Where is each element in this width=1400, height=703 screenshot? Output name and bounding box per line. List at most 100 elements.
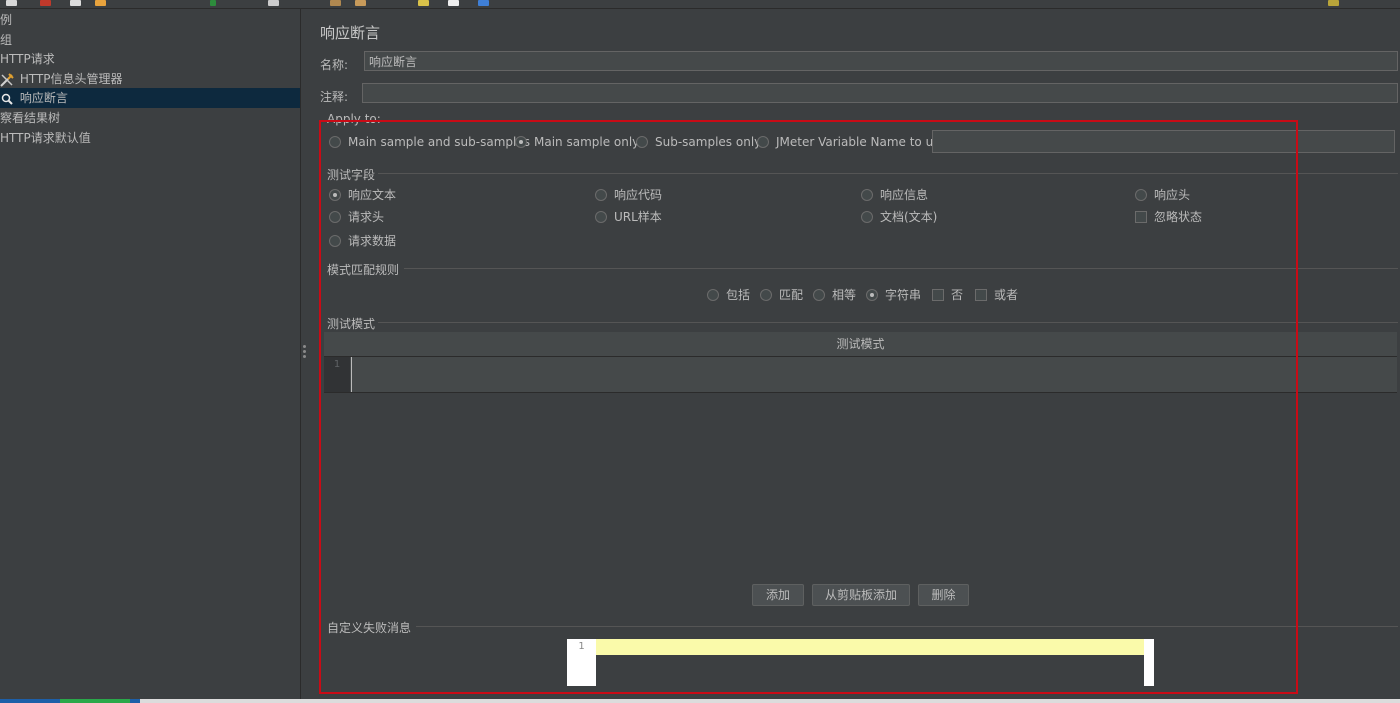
radio-label: 响应信息 bbox=[880, 188, 929, 202]
tree-item-label: 响应断言 bbox=[19, 91, 68, 105]
add-from-clipboard-button[interactable]: 从剪贴板添加 bbox=[812, 584, 910, 606]
tree-item[interactable]: 组 bbox=[0, 30, 12, 50]
clear-icon[interactable] bbox=[330, 0, 341, 6]
radio-dot bbox=[329, 234, 341, 247]
test-field-title: 测试字段 bbox=[327, 168, 376, 182]
delete-button[interactable]: 删除 bbox=[918, 584, 969, 606]
rule-contains-radio[interactable]: 包括 bbox=[707, 286, 750, 303]
clear-all-icon[interactable] bbox=[355, 0, 366, 6]
field-document-radio[interactable]: 文档(文本) bbox=[861, 208, 937, 225]
custom-failure-title: 自定义失败消息 bbox=[327, 621, 412, 635]
tree-item-http-request[interactable]: HTTP请求 bbox=[0, 49, 55, 69]
radio-dot bbox=[329, 210, 341, 223]
comment-label: 注释: bbox=[320, 90, 349, 104]
patterns-table-header[interactable]: 测试模式 bbox=[324, 332, 1397, 357]
section-divider bbox=[378, 322, 1398, 323]
radio-label: 响应代码 bbox=[614, 188, 663, 202]
toolbar-icon[interactable] bbox=[268, 0, 279, 6]
radio-label: Sub-samples only bbox=[655, 135, 762, 149]
radio-label: 字符串 bbox=[885, 288, 922, 302]
name-input[interactable] bbox=[364, 51, 1398, 71]
rule-matches-radio[interactable]: 匹配 bbox=[760, 286, 803, 303]
section-divider bbox=[416, 626, 1398, 627]
test-patterns-title: 测试模式 bbox=[327, 317, 376, 331]
tree-item-response-assertion[interactable]: 响应断言 bbox=[0, 88, 300, 108]
tree-item-label: HTTP请求默认值 bbox=[0, 131, 91, 145]
section-divider bbox=[378, 173, 1398, 174]
apply-main-and-sub-radio[interactable]: Main sample and sub-samples bbox=[329, 135, 530, 149]
rule-substring-radio[interactable]: 字符串 bbox=[866, 286, 921, 303]
tree-item[interactable]: 例 bbox=[0, 10, 12, 30]
radio-label: URL样本 bbox=[614, 210, 662, 224]
name-label: 名称: bbox=[320, 58, 349, 72]
line-number: 1 bbox=[567, 639, 596, 686]
field-request-data-radio[interactable]: 请求数据 bbox=[329, 232, 396, 249]
panel-title: 响应断言 bbox=[320, 24, 381, 42]
function-icon[interactable] bbox=[448, 0, 459, 6]
clipboard-icon[interactable] bbox=[95, 0, 106, 6]
field-request-headers-radio[interactable]: 请求头 bbox=[329, 208, 384, 225]
apply-variable-radio[interactable]: JMeter Variable Name to use bbox=[757, 135, 947, 149]
line-number: 1 bbox=[324, 357, 350, 392]
warning-icon[interactable] bbox=[1328, 0, 1339, 6]
variable-name-input[interactable] bbox=[932, 130, 1395, 153]
radio-dot bbox=[861, 188, 873, 201]
tree-item-label: HTTP信息头管理器 bbox=[19, 72, 123, 86]
field-response-text-radio[interactable]: 响应文本 bbox=[329, 186, 396, 203]
tree-item-label: 例 bbox=[0, 13, 13, 27]
assertion-panel: 响应断言 名称: 注释: Apply to: Main sample and s… bbox=[306, 9, 1400, 703]
radio-label: 相等 bbox=[832, 288, 857, 302]
radio-dot bbox=[707, 288, 719, 301]
rule-equals-radio[interactable]: 相等 bbox=[813, 286, 856, 303]
radio-label: 请求数据 bbox=[348, 234, 397, 248]
field-url-radio[interactable]: URL样本 bbox=[595, 208, 662, 225]
radio-label: 响应文本 bbox=[348, 188, 397, 202]
pattern-rules-title: 模式匹配规则 bbox=[327, 263, 400, 277]
rule-not-checkbox[interactable]: 否 bbox=[932, 286, 963, 303]
radio-dot-selected bbox=[329, 188, 341, 201]
magnifier-icon bbox=[0, 92, 14, 106]
radio-dot bbox=[595, 210, 607, 223]
radio-dot-selected bbox=[866, 288, 878, 301]
checkbox-box bbox=[1135, 210, 1147, 223]
radio-label: JMeter Variable Name to use bbox=[776, 135, 947, 149]
search-icon[interactable] bbox=[418, 0, 429, 6]
tree-item-view-results-tree[interactable]: 察看结果树 bbox=[0, 108, 60, 128]
add-button[interactable]: 添加 bbox=[752, 584, 804, 606]
toolbar-icon[interactable] bbox=[210, 0, 216, 6]
rule-or-checkbox[interactable]: 或者 bbox=[975, 286, 1018, 303]
help-icon[interactable] bbox=[478, 0, 489, 6]
copy-icon[interactable] bbox=[70, 0, 81, 6]
comment-input[interactable] bbox=[362, 83, 1398, 103]
tree-item-label: 察看结果树 bbox=[0, 111, 61, 125]
radio-label: 请求头 bbox=[348, 210, 385, 224]
field-response-code-radio[interactable]: 响应代码 bbox=[595, 186, 662, 203]
radio-dot bbox=[329, 136, 341, 148]
taskbar bbox=[0, 699, 1400, 703]
stop-icon[interactable] bbox=[40, 0, 51, 6]
radio-label: 文档(文本) bbox=[880, 210, 938, 224]
ignore-status-checkbox[interactable]: 忽略状态 bbox=[1135, 208, 1202, 225]
checkbox-box bbox=[932, 288, 944, 301]
taskbar-app-icon[interactable] bbox=[60, 699, 130, 703]
apply-sub-only-radio[interactable]: Sub-samples only bbox=[636, 135, 761, 149]
radio-dot bbox=[861, 210, 873, 223]
patterns-table-row[interactable]: 1 bbox=[324, 357, 1397, 393]
failure-message-text[interactable] bbox=[596, 655, 1144, 686]
radio-dot-selected bbox=[515, 136, 527, 148]
wrench-icon bbox=[0, 72, 14, 87]
field-response-headers-radio[interactable]: 响应头 bbox=[1135, 186, 1190, 203]
radio-label: Main sample and sub-samples bbox=[348, 135, 530, 149]
failure-message-editor[interactable]: 1 bbox=[567, 639, 1154, 686]
apply-to-title: Apply to: bbox=[327, 112, 381, 126]
radio-dot bbox=[760, 288, 772, 301]
toolbar-icon[interactable] bbox=[6, 0, 17, 6]
tree-item-header-manager[interactable]: HTTP信息头管理器 bbox=[0, 69, 123, 89]
radio-dot bbox=[757, 136, 769, 148]
section-divider bbox=[404, 268, 1398, 269]
checkbox-box bbox=[975, 288, 987, 301]
apply-main-only-radio[interactable]: Main sample only bbox=[515, 135, 639, 149]
tree-item-label: 组 bbox=[0, 33, 13, 47]
tree-item-http-defaults[interactable]: HTTP请求默认值 bbox=[0, 128, 91, 148]
field-response-message-radio[interactable]: 响应信息 bbox=[861, 186, 928, 203]
